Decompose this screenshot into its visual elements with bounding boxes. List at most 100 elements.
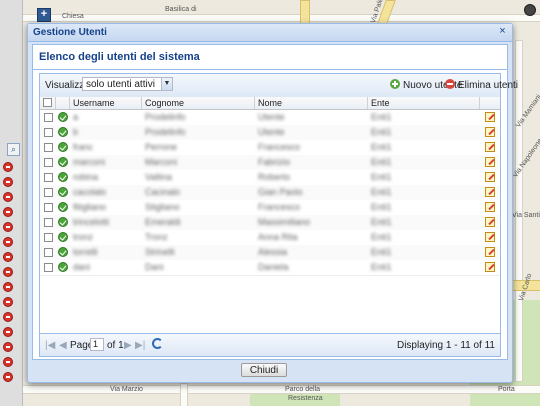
prev-page-icon[interactable]: ◀ <box>59 340 67 351</box>
paging-toolbar: |◀ ◀ Page 1 of 1 ▶ ▶| Displaying 1 - 11 … <box>40 333 500 356</box>
map-label-santi: Via Santi <box>512 212 540 219</box>
remove-layer-icon[interactable] <box>3 372 13 382</box>
edit-icon[interactable] <box>485 127 495 137</box>
row-checkbox[interactable] <box>44 233 53 242</box>
active-status-icon <box>58 112 68 122</box>
cell-ente: Enti1 <box>371 217 392 227</box>
edit-icon[interactable] <box>485 232 495 242</box>
active-status-icon <box>58 217 68 227</box>
table-row[interactable]: a Prodelinfo Utente Enti1 <box>40 110 500 126</box>
column-header-ente[interactable]: Ente <box>368 97 480 109</box>
next-page-icon[interactable]: ▶ <box>124 340 132 351</box>
row-checkbox[interactable] <box>44 218 53 227</box>
cell-nome: Gian Paolo <box>258 187 303 197</box>
user-management-window: Gestione Utenti × Elenco degli utenti de… <box>27 23 518 383</box>
page-count-label: of 1 <box>107 340 124 351</box>
active-status-icon <box>58 157 68 167</box>
remove-layer-icon[interactable] <box>3 282 13 292</box>
remove-layer-icon[interactable] <box>3 297 13 307</box>
panel-title: Elenco degli utenti del sistema <box>39 51 200 63</box>
table-row[interactable]: marconi Marconi Fabrizio Enti1 <box>40 155 500 171</box>
cell-username: tronz <box>73 232 94 242</box>
remove-layer-icon[interactable] <box>3 162 13 172</box>
table-row[interactable]: tronz Tronz Anna Rita Enti1 <box>40 230 500 246</box>
row-checkbox[interactable] <box>44 263 53 272</box>
remove-layer-icon[interactable] <box>3 267 13 277</box>
remove-layer-icon[interactable] <box>3 252 13 262</box>
paging-display-text: Displaying 1 - 11 of 11 <box>396 340 495 351</box>
table-row[interactable]: franc Perrone Francesco Enti1 <box>40 140 500 156</box>
remove-layer-icon[interactable] <box>3 342 13 352</box>
chevron-down-icon[interactable]: ▼ <box>161 77 173 91</box>
table-row[interactable]: b Prodelinfo Utente Enti1 <box>40 125 500 141</box>
row-checkbox[interactable] <box>44 248 53 257</box>
map-label-basilica: Basilica di <box>165 6 197 13</box>
row-checkbox[interactable] <box>44 158 53 167</box>
refresh-icon[interactable] <box>152 338 163 349</box>
view-filter-select[interactable]: solo utenti attivi ▼ <box>82 77 173 91</box>
cell-username: fitigliano <box>73 202 107 212</box>
remove-layer-icon[interactable] <box>3 357 13 367</box>
close-icon[interactable]: × <box>497 26 508 37</box>
remove-layer-icon[interactable] <box>3 192 13 202</box>
column-header-nome[interactable]: Nome <box>255 97 368 109</box>
active-status-icon <box>58 202 68 212</box>
active-status-icon <box>58 247 68 257</box>
cell-ente: Enti1 <box>371 142 392 152</box>
cell-nome: Francesco <box>258 142 301 152</box>
edit-icon[interactable] <box>485 157 495 167</box>
cell-nome: Daniela <box>258 262 289 272</box>
edit-icon[interactable] <box>485 262 495 272</box>
edit-icon[interactable] <box>485 247 495 257</box>
close-button[interactable]: Chiudi <box>241 363 287 377</box>
cell-cognome: Emeraldi <box>145 217 181 227</box>
remove-layer-icon[interactable] <box>3 237 13 247</box>
remove-layer-icon[interactable] <box>3 312 13 322</box>
remove-layer-icon[interactable] <box>3 222 13 232</box>
first-page-icon[interactable]: |◀ <box>45 340 55 351</box>
window-header[interactable]: Gestione Utenti × <box>28 24 512 42</box>
remove-layer-icon[interactable] <box>3 327 13 337</box>
delete-users-button[interactable]: Elimina utenti <box>445 79 518 91</box>
table-row[interactable]: cacolalo Cacinalo Gian Paolo Enti1 <box>40 185 500 201</box>
row-checkbox[interactable] <box>44 188 53 197</box>
edit-icon[interactable] <box>485 112 495 122</box>
active-status-icon <box>58 232 68 242</box>
select-all-header[interactable] <box>40 97 56 109</box>
active-status-icon <box>58 262 68 272</box>
last-page-icon[interactable]: ▶| <box>135 340 145 351</box>
select-all-checkbox[interactable] <box>43 98 52 107</box>
row-checkbox[interactable] <box>44 203 53 212</box>
row-checkbox[interactable] <box>44 128 53 137</box>
active-status-icon <box>58 142 68 152</box>
column-header-username[interactable]: Username <box>70 97 142 109</box>
search-icon[interactable]: ⌕ <box>7 143 20 156</box>
page-number-input[interactable]: 1 <box>90 338 104 351</box>
edit-icon[interactable] <box>485 217 495 227</box>
cell-cognome: Prodelinfo <box>145 127 186 137</box>
table-row[interactable]: robina Valtina Roberto Enti1 <box>40 170 500 186</box>
grid-header: Username Cognome Nome Ente <box>40 97 500 110</box>
row-checkbox[interactable] <box>44 143 53 152</box>
table-row[interactable]: trincelotti Emeraldi Massimiliano Enti1 <box>40 215 500 231</box>
cell-username: torrelli <box>73 247 98 257</box>
column-header-cognome[interactable]: Cognome <box>142 97 255 109</box>
table-row[interactable]: torrelli Strinelli Alessia Enti1 <box>40 245 500 261</box>
edit-icon[interactable] <box>485 172 495 182</box>
remove-layer-icon[interactable] <box>3 207 13 217</box>
edit-icon[interactable] <box>485 142 495 152</box>
table-row[interactable]: fitigliano Stigliano Francesco Enti1 <box>40 200 500 216</box>
map-label-via-marzio: Via Marzio <box>110 386 143 393</box>
edit-icon[interactable] <box>485 187 495 197</box>
zoom-in-icon[interactable]: + <box>37 8 51 22</box>
edit-icon[interactable] <box>485 202 495 212</box>
remove-layer-icon[interactable] <box>3 177 13 187</box>
cell-cognome: Prodelinfo <box>145 112 186 122</box>
row-checkbox[interactable] <box>44 173 53 182</box>
cell-username: marconi <box>73 157 106 167</box>
row-checkbox[interactable] <box>44 113 53 122</box>
map-label-resistenza: Resistenza <box>288 395 323 402</box>
marker-icon[interactable] <box>524 4 536 16</box>
cell-cognome: Strinelli <box>145 247 175 257</box>
table-row[interactable]: dani Dani Daniela Enti1 <box>40 260 500 276</box>
